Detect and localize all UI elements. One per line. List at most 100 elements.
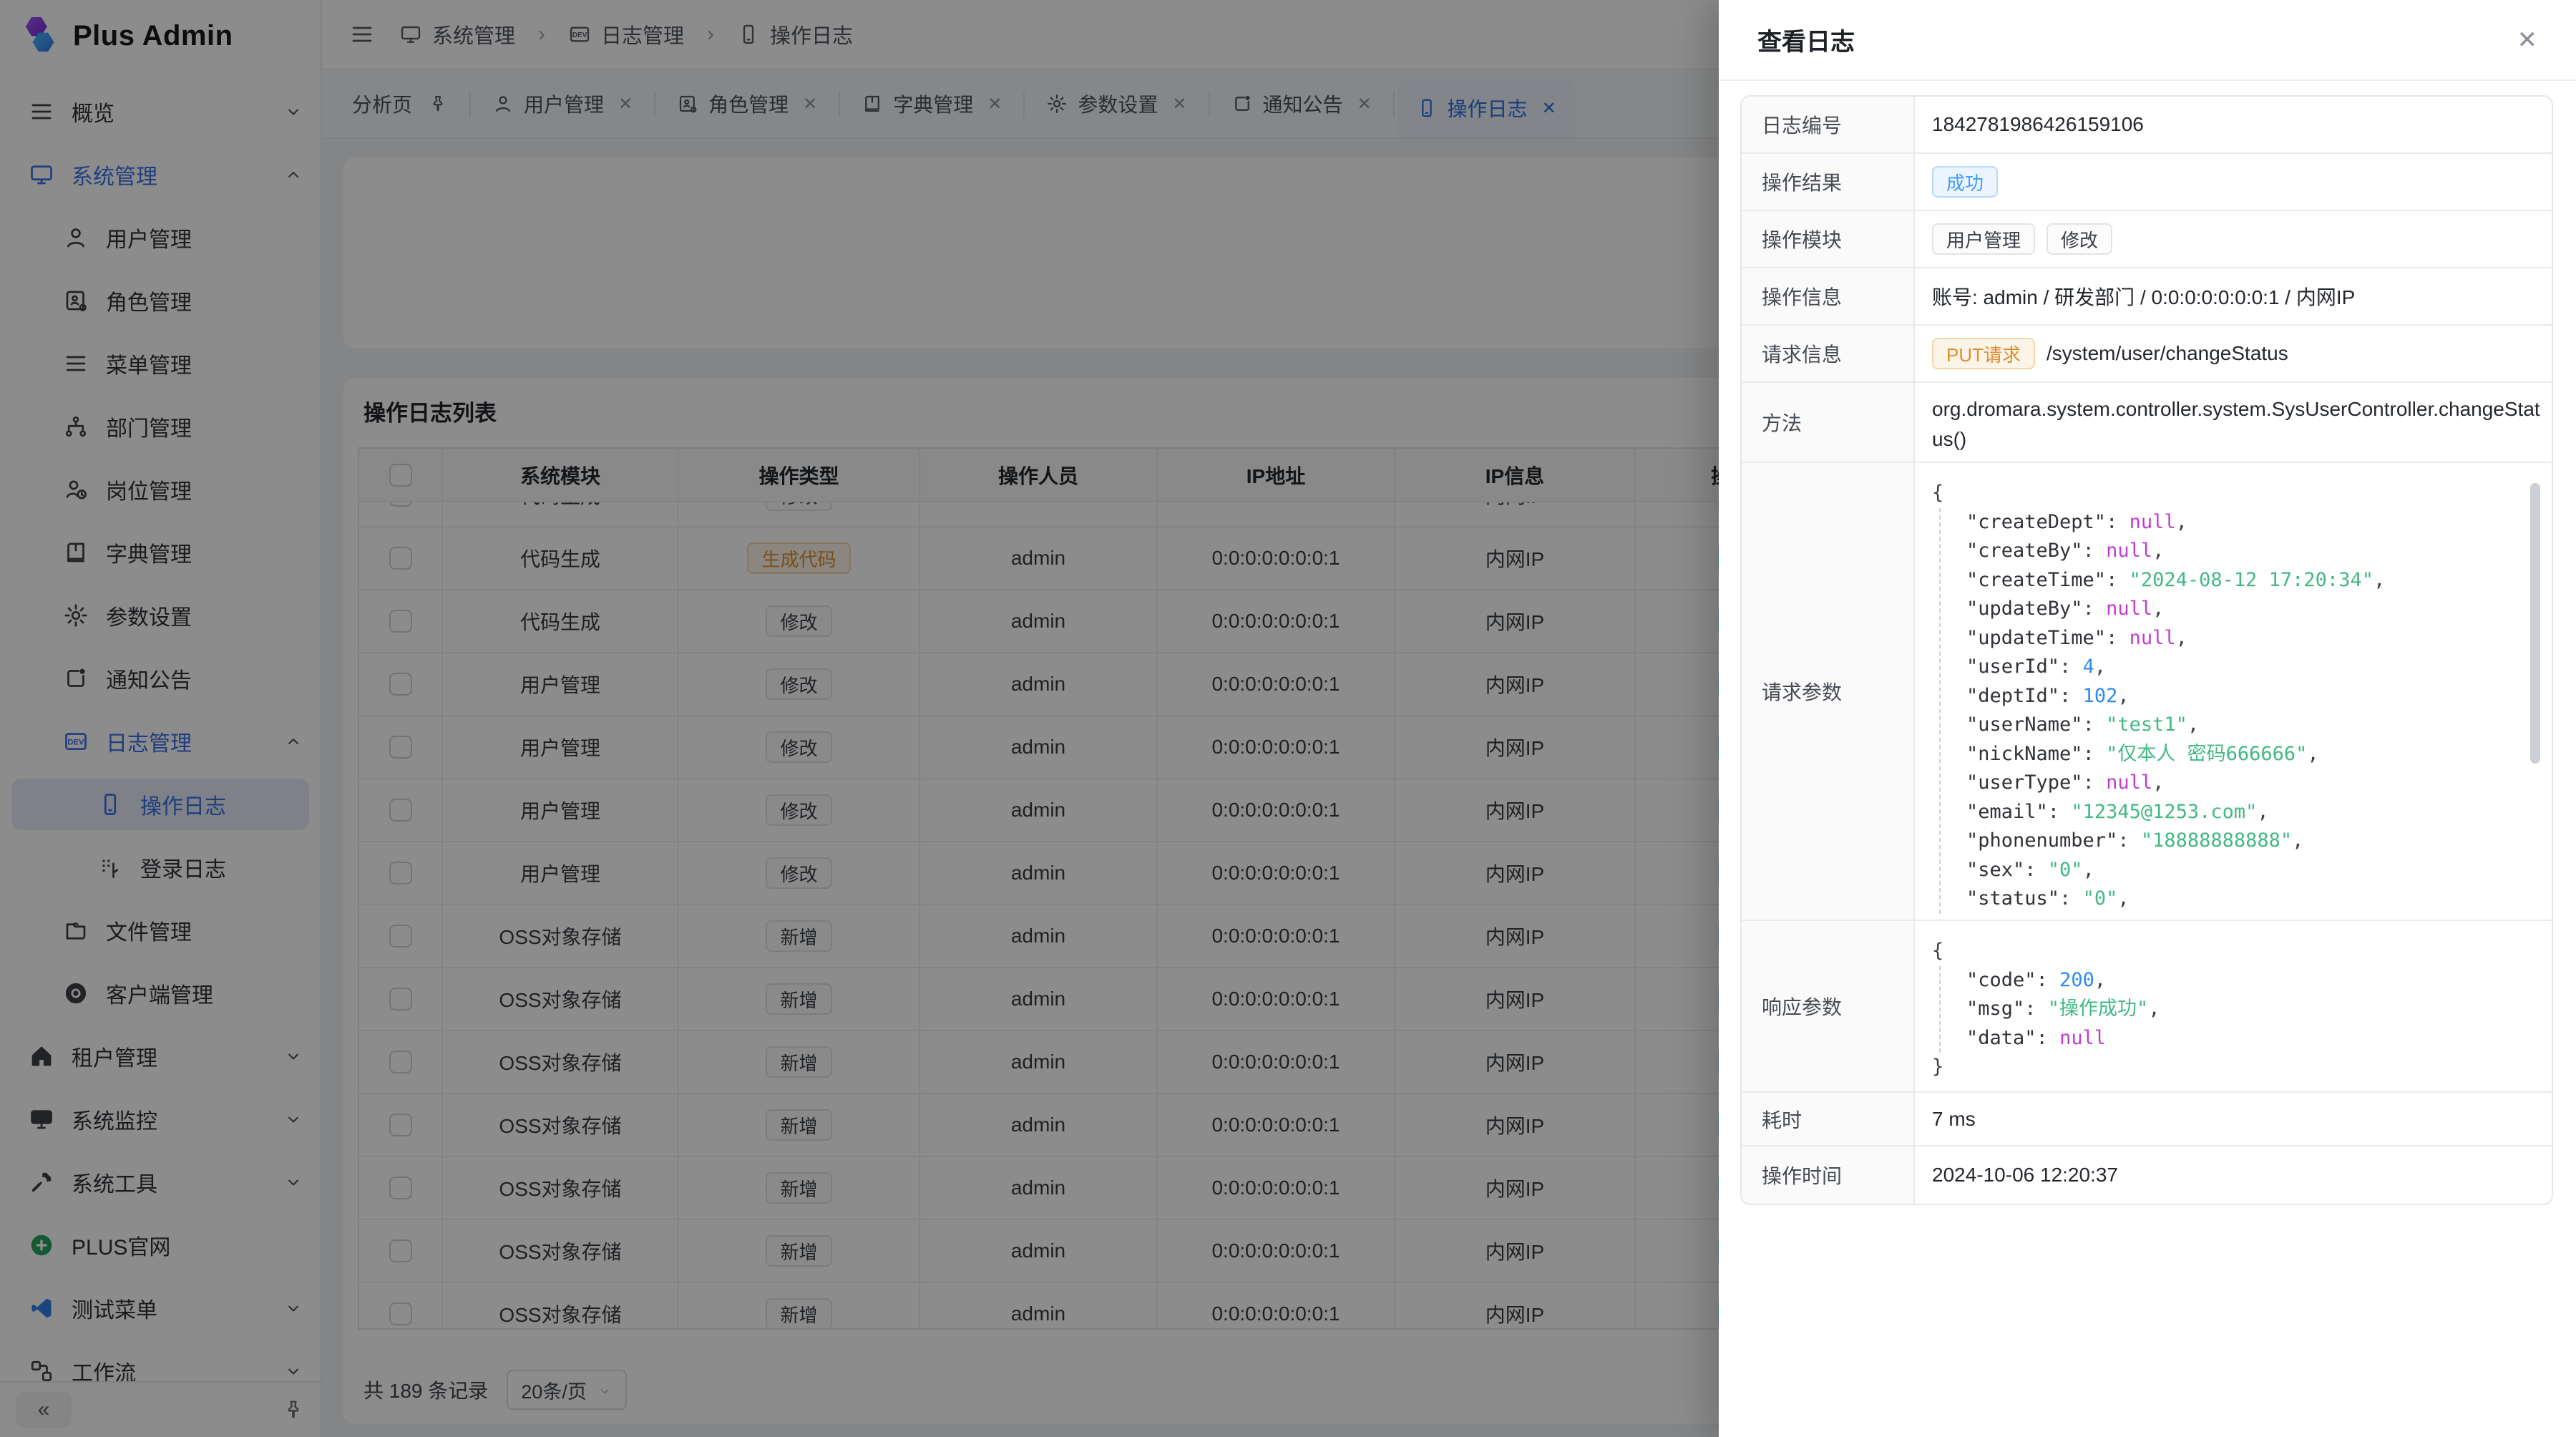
json-key: "userType" [1966,771,2083,794]
detail-row-request: 请求信息 PUT请求 /system/user/changeStatus [1742,326,2552,383]
detail-row-method: 方法 org.dromara.system.controller.system.… [1742,383,2552,463]
detail-label: 响应参数 [1742,921,1915,1091]
json-comma: , [2257,801,2268,823]
json-comma: , [2117,685,2129,707]
method-value: org.dromara.system.controller.system.Sys… [1932,394,2540,454]
request-params-json: { "createDept": null,"createBy": null,"c… [1932,479,2385,914]
json-comma: , [2292,829,2303,852]
json-colon: : [2059,685,2083,707]
json-colon: : [2083,713,2107,736]
json-key: "createBy" [1966,540,2083,562]
json-value: "0" [2083,887,2118,910]
json-comma: , [2148,998,2160,1020]
json-value: "仅本人 密码666666" [2106,743,2307,765]
detail-label: 操作时间 [1742,1146,1915,1204]
json-key: "data" [1966,1027,2036,1049]
json-colon: : [2083,540,2107,562]
json-comma: , [2307,743,2318,765]
detail-row-module: 操作模块 用户管理 修改 [1742,211,2552,268]
detail-row-response-params: 响应参数 { "code": 200,"msg": "操作成功","data":… [1742,921,2552,1093]
json-line: "userName": "test1", [1966,711,2385,740]
json-value: 200 [2059,969,2094,991]
request-url: /system/user/changeStatus [2046,342,2288,365]
close-icon[interactable]: ✕ [2517,28,2538,52]
detail-row-log-id: 日志编号 1842781986426159106 [1742,97,2552,154]
status-badge: 成功 [1932,166,1998,198]
json-colon: : [2036,969,2060,991]
json-key: "updateTime" [1966,627,2106,649]
log-detail-table: 日志编号 1842781986426159106 操作结果 成功 操作模块 用户… [1740,95,2553,1205]
json-key: "userName" [1966,713,2083,736]
json-line: "userType": null, [1966,769,2385,798]
json-colon: : [2048,801,2072,823]
detail-label: 耗时 [1742,1093,1915,1145]
json-colon: : [2059,887,2083,910]
detail-label: 操作结果 [1742,154,1915,210]
json-colon: : [2106,627,2129,649]
operation-time-value: 2024-10-06 12:20:37 [1915,1146,2552,1204]
json-comma: , [2187,713,2199,736]
json-key: "sex" [1966,859,2024,881]
detail-row-request-params: 请求参数 { "createDept": null,"createBy": nu… [1742,463,2552,921]
json-key: "userId" [1966,656,2059,678]
json-comma: , [2176,511,2187,533]
detail-row-time: 操作时间 2024-10-06 12:20:37 [1742,1146,2552,1204]
json-line: "code": 200, [1966,966,2160,995]
json-line: "deptId": 102, [1966,682,2385,711]
json-value: "操作成功" [2048,998,2149,1020]
json-colon: : [2106,569,2129,591]
response-params-json: { "code": 200,"msg": "操作成功","data": null… [1932,937,2160,1082]
detail-label: 操作信息 [1742,268,1915,324]
json-key: "code" [1966,969,2036,991]
json-key: "email" [1966,801,2048,823]
json-comma: , [2117,887,2129,910]
detail-row-result: 操作结果 成功 [1742,154,2552,211]
detail-label: 方法 [1742,383,1915,462]
json-line: "phonenumber": "18888888888", [1966,827,2385,856]
json-line: "nickName": "仅本人 密码666666", [1966,740,2385,769]
json-value: null [2106,598,2152,620]
json-line: "createTime": "2024-08-12 17:20:34", [1966,566,2385,595]
json-comma: , [2094,656,2106,678]
json-colon: : [2036,1027,2060,1049]
json-line: "userId": 4, [1966,653,2385,682]
detail-label: 操作模块 [1742,211,1915,267]
detail-row-info: 操作信息 账号: admin / 研发部门 / 0:0:0:0:0:0:0:1 … [1742,268,2552,326]
json-value: "2024-08-12 17:20:34" [2129,569,2373,591]
json-line: "msg": "操作成功", [1966,995,2160,1024]
json-key: "createDept" [1966,511,2106,533]
json-line: "updateTime": null, [1966,624,2385,653]
scrollbar-thumb[interactable] [2530,483,2540,764]
json-line: "updateBy": null, [1966,595,2385,624]
json-comma: , [2373,569,2385,591]
detail-row-duration: 耗时 7 ms [1742,1093,2552,1146]
duration-value: 7 ms [1915,1093,2552,1145]
json-value: 4 [2083,656,2094,678]
json-value: "0" [2048,859,2083,881]
json-comma: , [2152,540,2164,562]
json-key: "deptId" [1966,685,2059,707]
json-value: 102 [2083,685,2118,707]
json-value: null [2129,627,2176,649]
json-value: "test1" [2106,713,2187,736]
json-key: "phonenumber" [1966,829,2117,852]
json-line: "status": "0", [1966,885,2385,914]
json-key: "status" [1966,887,2059,910]
json-colon: : [2059,656,2083,678]
json-value: null [2106,771,2152,794]
json-colon: : [2106,511,2129,533]
http-method-badge: PUT请求 [1932,338,2035,369]
detail-label: 请求信息 [1742,326,1915,381]
json-line: "email": "12345@1253.com", [1966,798,2385,827]
json-key: "msg" [1966,998,2024,1020]
json-colon: : [2083,771,2107,794]
json-key: "updateBy" [1966,598,2083,620]
json-line: "createBy": null, [1966,537,2385,566]
json-comma: , [2152,598,2164,620]
json-key: "createTime" [1966,569,2106,591]
log-id-value: 1842781986426159106 [1915,97,2552,152]
json-key: "nickName" [1966,743,2083,765]
json-colon: : [2024,859,2048,881]
json-colon: : [2083,598,2107,620]
app-root: Plus Admin 概览系统管理用户管理角色管理菜单管理部门管理岗位管理字典管… [0,0,2576,1437]
